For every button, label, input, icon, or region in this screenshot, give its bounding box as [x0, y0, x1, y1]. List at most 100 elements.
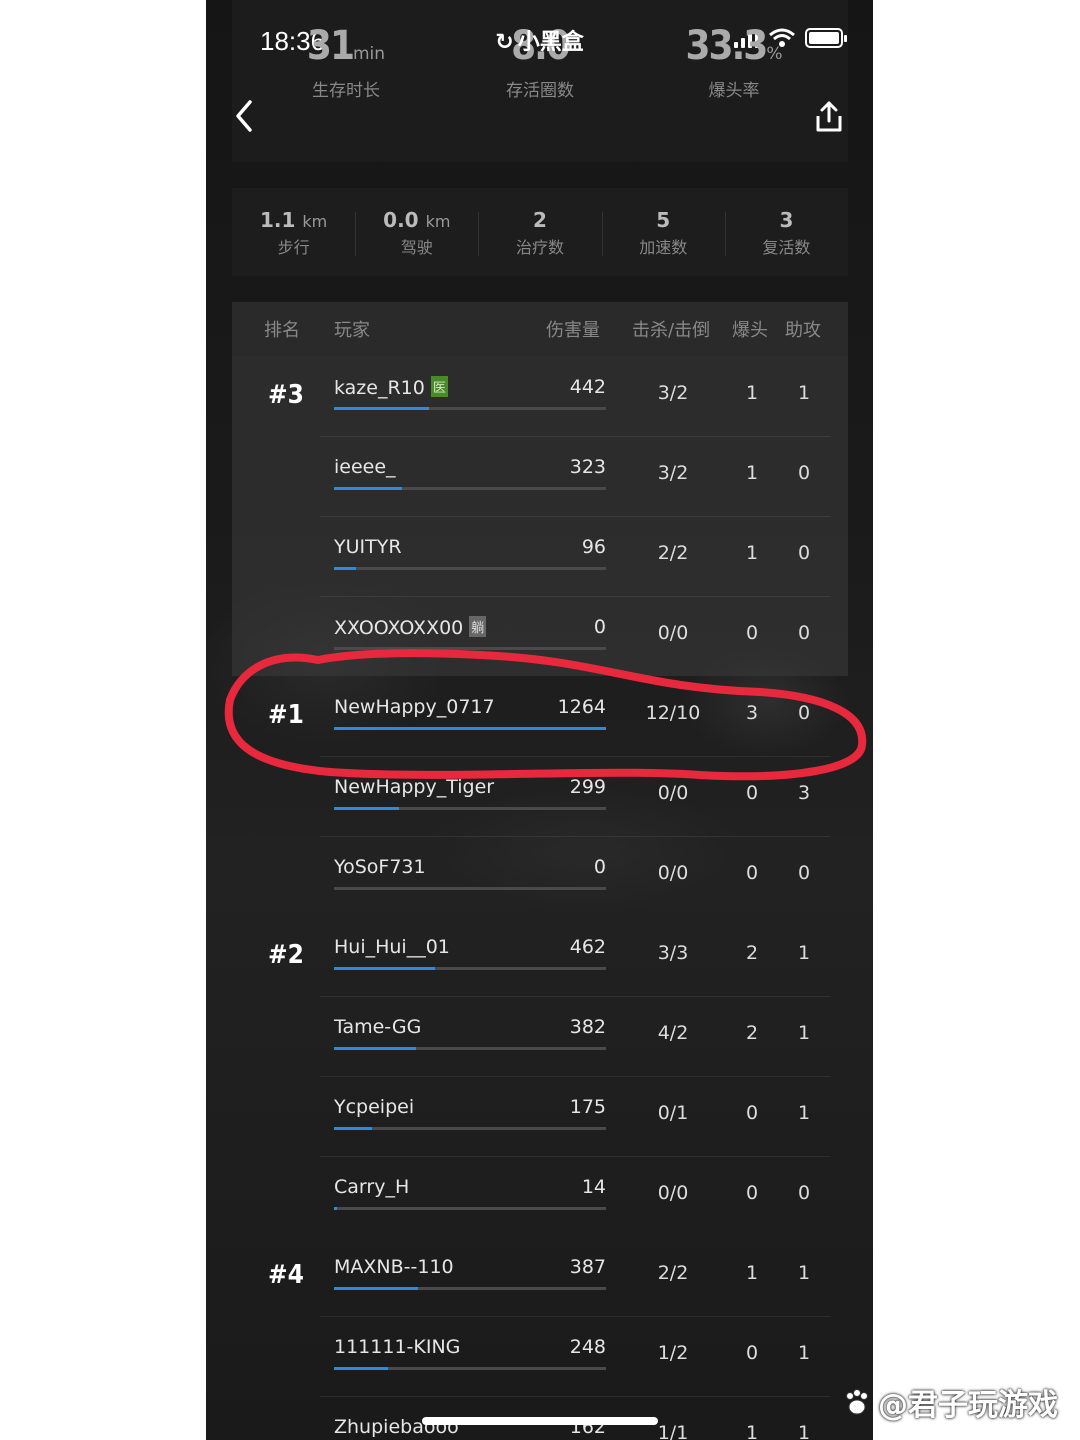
player-name[interactable]: 111111-KING	[334, 1336, 460, 1358]
player-damage: 248	[569, 1336, 606, 1358]
player-assists: 1	[797, 1342, 811, 1364]
player-kills-knocks: 0/0	[657, 862, 689, 884]
table-row[interactable]: #4 MAXNB--110 387 2/2 1 1	[232, 1236, 848, 1316]
player-headshots: 0	[745, 1342, 759, 1364]
player-assists: 1	[797, 1102, 811, 1124]
player-headshots: 2	[745, 1022, 759, 1044]
table-row[interactable]: Carry_H 14 0/0 0 0	[232, 1156, 848, 1236]
player-name[interactable]: YUITYR	[334, 536, 402, 558]
player-damage: 0	[593, 616, 606, 638]
player-headshots: 0	[745, 1102, 759, 1124]
player-assists: 1	[797, 1262, 811, 1284]
table-row[interactable]: XXOOXOXX00 躺 0 0/0 0 0	[232, 596, 848, 676]
player-damage: 299	[569, 776, 606, 798]
home-indicator[interactable]	[422, 1417, 658, 1425]
damage-bar	[334, 407, 606, 410]
share-icon[interactable]	[813, 100, 845, 134]
damage-bar	[334, 807, 606, 810]
team-rank: #2	[268, 940, 304, 970]
player-name[interactable]: Ycpeipei	[334, 1096, 414, 1118]
team-group: #2 Hui_Hui__01 462 3/3 2 1 Tame-GG 382 4/2 2 1 Ycpe…	[232, 916, 848, 1236]
damage-bar	[334, 567, 606, 570]
player-assists: 0	[797, 1182, 811, 1204]
player-damage: 175	[569, 1096, 606, 1118]
stat-walk: 1.1 km 步行	[259, 208, 328, 257]
player-damage: 387	[569, 1256, 606, 1278]
stat-revives: 3 复活数	[724, 188, 848, 276]
row-divider	[320, 1156, 830, 1157]
table-row[interactable]: YoSoF731 0 0/0 0 0	[232, 836, 848, 916]
player-status-tag: 医	[430, 376, 448, 397]
player-name[interactable]: Carry_H	[334, 1176, 409, 1198]
damage-bar-fill	[334, 1207, 337, 1210]
row-divider	[320, 756, 830, 757]
row-divider	[320, 436, 830, 437]
table-row[interactable]: 111111-KING 248 1/2 0 1	[232, 1316, 848, 1396]
player-damage: 462	[569, 936, 606, 958]
header-player: 玩家	[334, 320, 370, 341]
table-row[interactable]: #1 NewHappy_0717 1264 12/10 3 0	[232, 676, 848, 756]
player-name[interactable]: Hui_Hui__01	[334, 936, 450, 958]
paw-icon	[846, 1389, 868, 1415]
player-kills-knocks: 3/3	[657, 942, 689, 964]
player-name[interactable]: NewHappy_Tiger	[334, 776, 494, 798]
player-name[interactable]: MAXNB--110	[334, 1256, 454, 1278]
team-group: #4 MAXNB--110 387 2/2 1 1 111111-KING 248 1/2 0 1 Z…	[232, 1236, 848, 1440]
back-arrow-icon[interactable]	[230, 98, 260, 134]
player-damage: 0	[593, 856, 606, 878]
player-headshots: 1	[745, 1262, 759, 1284]
table-row[interactable]: NewHappy_Tiger 299 0/0 0 3	[232, 756, 848, 836]
damage-bar-fill	[334, 1367, 389, 1370]
player-kills-knocks: 2/2	[657, 542, 689, 564]
table-row[interactable]: Ycpeipei 175 0/1 0 1	[232, 1076, 848, 1156]
player-name[interactable]: kaze_R10 医	[334, 376, 448, 399]
row-divider	[320, 836, 830, 837]
damage-bar-fill	[334, 967, 435, 970]
header-rank: 排名	[264, 320, 300, 341]
player-name[interactable]: YoSoF731	[334, 856, 426, 878]
player-kills-knocks: 0/0	[657, 1182, 689, 1204]
player-headshots: 1	[745, 1422, 759, 1440]
app-title: ↻ 小黑盒	[495, 30, 584, 55]
teams-list: #3 kaze_R10 医 442 3/2 1 1 ieeee_ 323 3/2 1 0 YUITYR 9…	[232, 356, 848, 1440]
header-kd: 击杀/击倒	[632, 320, 711, 341]
player-damage: 1264	[557, 696, 606, 718]
team-group: #1 NewHappy_0717 1264 12/10 3 0 NewHappy_Tiger…	[232, 676, 848, 916]
player-headshots: 1	[745, 382, 759, 404]
damage-bar	[334, 727, 606, 730]
stat-drive: 0.0 km 驾驶	[355, 188, 478, 276]
table-row[interactable]: YUITYR 96 2/2 1 0	[232, 516, 848, 596]
phone-screen: 18:36 ↻ 小黑盒 31min 生存时长 8.0 存活圈数 33.3% 爆头率…	[206, 0, 873, 1440]
player-damage: 442	[569, 376, 606, 398]
player-kills-knocks: 0/0	[657, 622, 689, 644]
player-assists: 0	[797, 542, 811, 564]
player-assists: 1	[797, 1022, 811, 1044]
table-row[interactable]: #2 Hui_Hui__01 462 3/3 2 1	[232, 916, 848, 996]
damage-bar	[334, 487, 606, 490]
table-row[interactable]: Tame-GG 382 4/2 2 1	[232, 996, 848, 1076]
player-assists: 1	[797, 942, 811, 964]
damage-bar	[334, 967, 606, 970]
header-headshot: 爆头	[732, 320, 768, 341]
table-row[interactable]: ieeee_ 323 3/2 1 0	[232, 436, 848, 516]
player-name[interactable]: NewHappy_0717	[334, 696, 495, 718]
player-headshots: 0	[745, 782, 759, 804]
row-divider	[320, 516, 830, 517]
player-assists: 0	[797, 862, 811, 884]
player-assists: 1	[797, 382, 811, 404]
team-rank: #1	[268, 700, 304, 730]
player-headshots: 0	[745, 862, 759, 884]
damage-bar	[334, 887, 606, 890]
damage-bar-fill	[334, 1047, 416, 1050]
player-name[interactable]: XXOOXOXX00 躺	[334, 616, 487, 639]
damage-bar-fill	[334, 487, 402, 490]
team-rank: #3	[268, 380, 304, 410]
stat-heals: 2 治疗数	[478, 188, 601, 276]
table-row[interactable]: #3 kaze_R10 医 442 3/2 1 1	[232, 356, 848, 436]
damage-bar-fill	[334, 727, 606, 730]
table-header: 排名 玩家 伤害量 击杀/击倒 爆头 助攻	[232, 302, 848, 356]
player-name[interactable]: Tame-GG	[334, 1016, 421, 1038]
player-kills-knocks: 1/2	[657, 1342, 689, 1364]
row-divider	[320, 1316, 830, 1317]
player-name[interactable]: ieeee_	[334, 456, 396, 478]
